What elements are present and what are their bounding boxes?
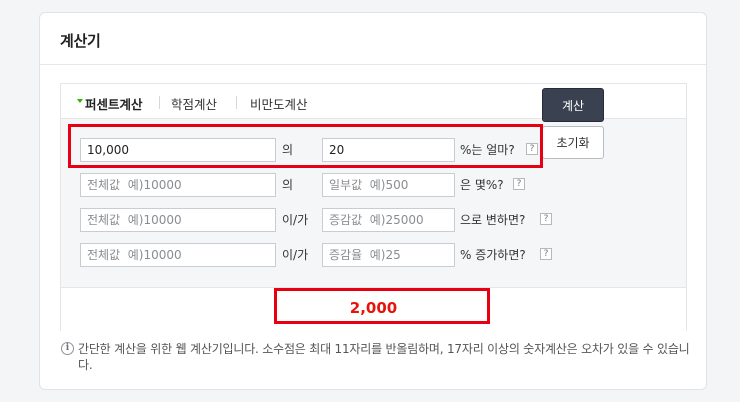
row1-suffix: %는 얼마? xyxy=(460,143,515,157)
row4-suffix: % 증가하면? xyxy=(460,248,526,262)
row1-connector: 의 xyxy=(282,143,294,157)
row4-help-icon[interactable]: ? xyxy=(540,248,552,260)
row3-connector: 이/가 xyxy=(282,213,309,227)
row1-percent-input[interactable] xyxy=(322,138,455,162)
card-title: 계산기 xyxy=(60,32,101,50)
title-divider xyxy=(40,64,706,65)
row2-total-input[interactable] xyxy=(80,173,276,197)
row4-connector: 이/가 xyxy=(282,248,309,262)
active-tab-arrow-icon xyxy=(77,99,83,103)
row2-suffix: 은 몇%? xyxy=(460,178,504,192)
calculate-button[interactable]: 계산 xyxy=(542,88,604,122)
tab-divider xyxy=(159,96,160,109)
row3-help-icon[interactable]: ? xyxy=(540,213,552,225)
row4-total-input[interactable] xyxy=(80,243,276,267)
tab-bmi[interactable]: 비만도계산 xyxy=(250,94,308,113)
reset-button[interactable]: 초기화 xyxy=(542,126,604,159)
info-note: 간단한 계산을 위한 웹 계산기입니다. 소수점은 최대 11자리를 반올림하며… xyxy=(78,342,690,372)
info-icon: i xyxy=(61,342,74,355)
row3-suffix: 으로 변하면? xyxy=(460,213,526,227)
row4-rate-input[interactable] xyxy=(322,243,455,267)
calculator-card: 계산기 퍼센트계산 학점계산 비만도계산 의 %는 얼마? ? 의 은 몇%? … xyxy=(39,12,707,390)
tab-percent[interactable]: 퍼센트계산 xyxy=(85,94,143,113)
row2-connector: 의 xyxy=(282,178,294,192)
row1-total-input[interactable] xyxy=(80,138,276,162)
tab-grade[interactable]: 학점계산 xyxy=(171,94,217,113)
result-area: 2,000 xyxy=(61,289,686,331)
row2-help-icon[interactable]: ? xyxy=(513,178,525,190)
row3-total-input[interactable] xyxy=(80,208,276,232)
result-value: 2,000 xyxy=(349,299,398,317)
row3-change-input[interactable] xyxy=(322,208,455,232)
row2-part-input[interactable] xyxy=(322,173,455,197)
row1-help-icon[interactable]: ? xyxy=(526,143,538,155)
tab-divider xyxy=(236,96,237,109)
